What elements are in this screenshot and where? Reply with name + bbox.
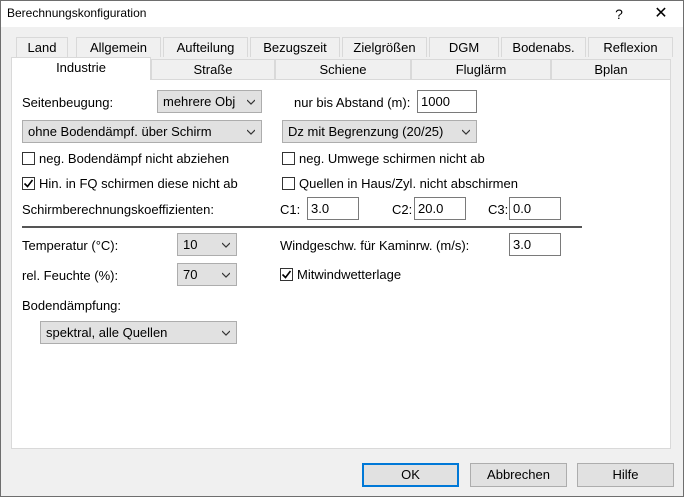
chevron-down-icon xyxy=(222,272,230,278)
chevron-down-icon xyxy=(247,99,255,105)
checkmark-icon xyxy=(23,179,34,188)
tab-allgemein[interactable]: Allgemein xyxy=(76,37,161,57)
mitwind-label: Mitwindwetterlage xyxy=(297,267,402,282)
mitwind-checkbox[interactable] xyxy=(280,268,293,281)
tab-aufteilung[interactable]: Aufteilung xyxy=(163,37,248,57)
tab-zielgroessen[interactable]: Zielgrößen xyxy=(342,37,427,57)
checkmark-icon xyxy=(281,270,292,279)
temp-select[interactable]: 10 xyxy=(177,233,237,256)
dialog-window: Berechnungskonfiguration ? ✕ Land Allgem… xyxy=(0,0,684,497)
koeff-label: Schirmberechnungskoeffizienten: xyxy=(22,202,214,217)
tab-dgm[interactable]: DGM xyxy=(429,37,499,57)
chevron-down-icon xyxy=(222,330,230,336)
abstand-value: 1000 xyxy=(421,94,450,109)
tab-bplan[interactable]: Bplan xyxy=(551,59,671,79)
bodendaempfung-label: Bodendämpfung: xyxy=(22,298,122,313)
c1-value: 3.0 xyxy=(311,201,330,216)
title-bar: Berechnungskonfiguration ? ✕ xyxy=(1,1,683,27)
temp-value: 10 xyxy=(183,237,198,252)
wind-input[interactable]: 3.0 xyxy=(509,233,561,256)
close-button[interactable]: ✕ xyxy=(641,1,681,27)
c3-input[interactable]: 0.0 xyxy=(509,197,561,220)
tab-fluglaerm[interactable]: Fluglärm xyxy=(411,59,551,79)
wind-value: 3.0 xyxy=(513,237,532,252)
abstand-input[interactable]: 1000 xyxy=(417,90,477,113)
quellen-checkbox[interactable] xyxy=(282,177,295,190)
dz-select[interactable]: Dz mit Begrenzung (20/25) xyxy=(282,120,477,143)
chevron-down-icon xyxy=(222,242,230,248)
window-title: Berechnungskonfiguration xyxy=(7,6,147,20)
chevron-down-icon xyxy=(462,129,470,135)
chevron-down-icon xyxy=(247,129,255,135)
hin-fq-checkbox[interactable] xyxy=(22,177,35,190)
separator-line xyxy=(22,226,582,228)
tab-reflexion[interactable]: Reflexion xyxy=(588,37,673,57)
c2-input[interactable]: 20.0 xyxy=(414,197,466,220)
seitenbeugung-label: Seitenbeugung: xyxy=(22,95,114,110)
tab-industrie[interactable]: Industrie xyxy=(11,57,151,80)
neg-boden-label: neg. Bodendämpf nicht abziehen xyxy=(39,151,230,166)
feuchte-value: 70 xyxy=(183,267,198,282)
c2-value: 20.0 xyxy=(418,201,444,216)
neg-umwege-checkbox[interactable] xyxy=(282,152,295,165)
tab-strasse[interactable]: Straße xyxy=(151,59,275,79)
c1-input[interactable]: 3.0 xyxy=(307,197,359,220)
boden-schirm-select[interactable]: ohne Bodendämpf. über Schirm xyxy=(22,120,262,143)
cancel-button[interactable]: Abbrechen xyxy=(470,463,567,487)
seitenbeugung-value: mehrere Obj xyxy=(163,94,236,109)
dz-value: Dz mit Begrenzung (20/25) xyxy=(288,124,444,139)
hin-fq-label: Hin. in FQ schirmen diese nicht ab xyxy=(39,176,238,191)
c3-label: C3: xyxy=(488,202,509,217)
ok-button[interactable]: OK xyxy=(362,463,459,487)
c2-label: C2: xyxy=(392,202,413,217)
bodendaempfung-select[interactable]: spektral, alle Quellen xyxy=(40,321,237,344)
tab-bezugszeit[interactable]: Bezugszeit xyxy=(250,37,340,57)
neg-boden-checkbox[interactable] xyxy=(22,152,35,165)
feuchte-label: rel. Feuchte (%): xyxy=(22,268,119,283)
feuchte-select[interactable]: 70 xyxy=(177,263,237,286)
tab-land[interactable]: Land xyxy=(16,37,68,57)
tab-schiene[interactable]: Schiene xyxy=(275,59,411,79)
temp-label: Temperatur (°C): xyxy=(22,238,119,253)
neg-umwege-label: neg. Umwege schirmen nicht ab xyxy=(299,151,485,166)
help-question-button[interactable]: ? xyxy=(599,1,639,27)
bodendaempfung-value: spektral, alle Quellen xyxy=(46,325,168,340)
tab-panel-industrie: Seitenbeugung: mehrere Obj nur bis Absta… xyxy=(11,79,671,449)
wind-label: Windgeschw. für Kaminrw. (m/s): xyxy=(280,238,470,253)
abstand-label: nur bis Abstand (m): xyxy=(294,95,411,110)
seitenbeugung-select[interactable]: mehrere Obj xyxy=(157,90,262,113)
c1-label: C1: xyxy=(280,202,301,217)
boden-schirm-value: ohne Bodendämpf. über Schirm xyxy=(28,124,212,139)
help-button[interactable]: Hilfe xyxy=(577,463,674,487)
tab-bodenabs[interactable]: Bodenabs. xyxy=(501,37,586,57)
quellen-label: Quellen in Haus/Zyl. nicht abschirmen xyxy=(299,176,518,191)
c3-value: 0.0 xyxy=(513,201,532,216)
